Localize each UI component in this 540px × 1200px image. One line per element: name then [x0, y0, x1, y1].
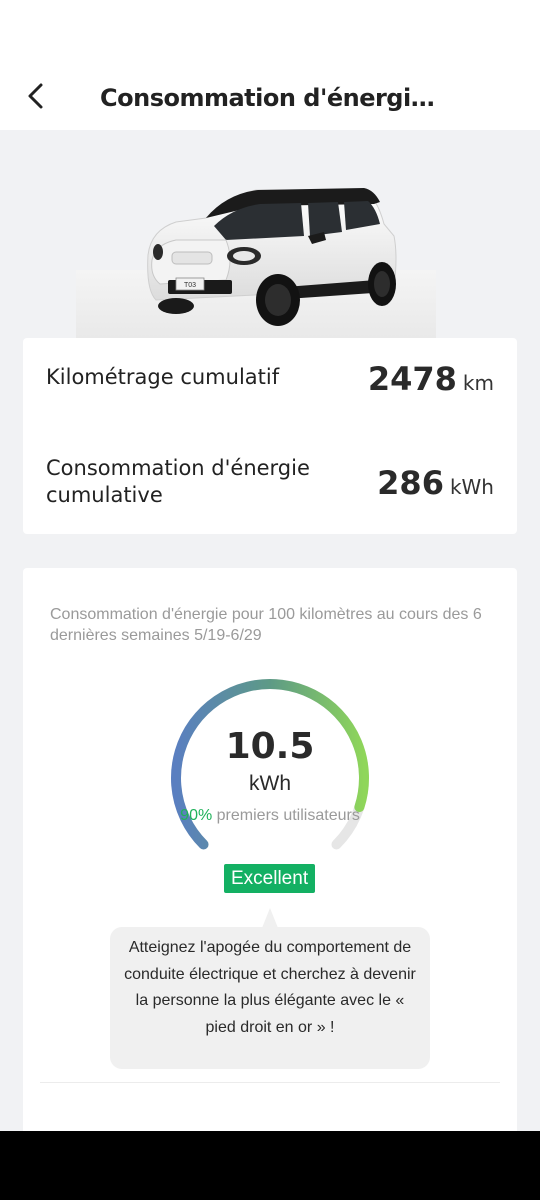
mileage-value-group: 2478 km [368, 360, 494, 398]
gauge-unit: kWh [249, 772, 291, 794]
chevron-left-icon [26, 82, 46, 115]
mileage-unit: km [462, 371, 494, 395]
user-rank: 90% premiers utilisateurs [23, 806, 517, 826]
cumulative-stats-card: Kilométrage cumulatif 2478 km Consommati… [23, 338, 517, 534]
driving-tip: Atteignez l'apogée du comportement de co… [110, 927, 430, 1069]
vehicle-image: T03 [76, 160, 436, 338]
top-app-bar: Consommation d'énergie a… [0, 0, 540, 130]
gauge-value: 10.5 [225, 726, 315, 767]
energy-unit: kWh [449, 475, 494, 499]
rank-text: premiers utilisateurs [216, 807, 360, 824]
system-navigation-bar [0, 1131, 540, 1200]
page-title: Consommation d'énergie a… [100, 84, 440, 112]
energy-value: 286 [377, 464, 444, 502]
tip-arrow [262, 908, 278, 928]
consumption-gauge [171, 679, 369, 850]
mileage-label: Kilométrage cumulatif [46, 365, 280, 389]
consumption-card: Consommation d'énergie pour 100 kilomètr… [23, 568, 517, 1168]
license-plate: T03 [184, 282, 196, 289]
energy-label: Consommation d'énergie cumulative [46, 456, 310, 507]
rank-percent: 90% [180, 807, 213, 824]
mileage-value: 2478 [367, 360, 457, 398]
rating-badge: Excellent [224, 864, 316, 893]
back-button[interactable] [18, 80, 54, 116]
consumption-description: Consommation d'énergie pour 100 kilomètr… [50, 606, 482, 644]
energy-value-group: 286 kWh [377, 464, 494, 502]
divider [40, 1082, 500, 1083]
